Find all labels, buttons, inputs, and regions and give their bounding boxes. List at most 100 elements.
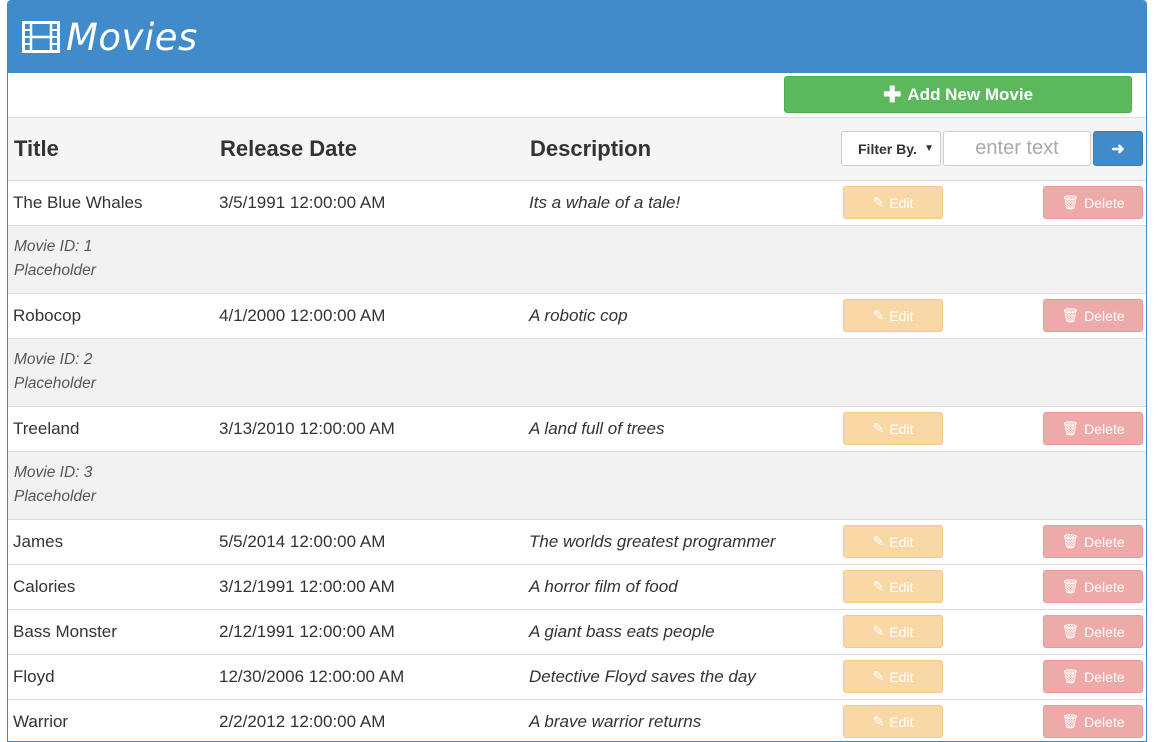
delete-cell: 🗑 Delete — [1038, 179, 1146, 225]
column-header-description: Description — [524, 118, 838, 181]
page-title: Movies — [66, 15, 198, 59]
edit-cell: ✎ Edit — [838, 698, 1038, 741]
filter-by-select[interactable]: Filter By. ▼ — [841, 131, 941, 167]
edit-button[interactable]: ✎ Edit — [843, 186, 943, 219]
trash-icon: 🗑 — [1061, 420, 1080, 436]
delete-button[interactable]: 🗑 Delete — [1043, 705, 1143, 739]
movie-title: Bass Monster — [8, 608, 214, 654]
pencil-icon: ✎ — [872, 578, 885, 594]
delete-cell: 🗑 Delete — [1038, 405, 1146, 451]
pencil-icon: ✎ — [872, 668, 885, 684]
movie-description: A land full of trees — [524, 405, 838, 451]
trash-icon: 🗑 — [1061, 668, 1080, 684]
filter-by-selected: Filter By. — [858, 140, 917, 157]
table-row: James 5/5/2014 12:00:00 AM The worlds grea… — [8, 518, 1146, 564]
edit-button[interactable]: ✎ Edit — [843, 705, 943, 739]
arrow-right-icon: ➜ — [1111, 140, 1125, 158]
edit-button[interactable]: ✎ Edit — [843, 525, 943, 558]
delete-button[interactable]: 🗑 Delete — [1043, 615, 1143, 648]
edit-label: Edit — [889, 533, 914, 550]
table-row: The Blue Whales 3/5/1991 12:00:00 AM Its a… — [8, 179, 1146, 225]
delete-cell: 🗑 Delete — [1038, 563, 1146, 609]
plus-icon: ✚ — [882, 81, 902, 107]
filter-controls: Filter By. ▼ ➜ — [841, 131, 1146, 167]
trash-icon: 🗑 — [1061, 623, 1080, 639]
movie-id: Movie ID: 3 — [14, 464, 93, 481]
delete-button[interactable]: 🗑 Delete — [1043, 299, 1143, 332]
edit-button[interactable]: ✎ Edit — [843, 412, 943, 445]
delete-label: Delete — [1084, 623, 1125, 640]
edit-label: Edit — [889, 578, 914, 595]
movie-placeholder: Placeholder — [14, 375, 96, 392]
movie-description: A robotic cop — [524, 292, 838, 338]
filter-go-button[interactable]: ➜ — [1093, 131, 1143, 167]
movie-details: Movie ID: 1 Placeholder — [8, 224, 1146, 293]
column-header-title: Title — [8, 118, 214, 181]
edit-button[interactable]: ✎ Edit — [843, 299, 943, 332]
movie-description: The worlds greatest programmer — [524, 518, 838, 564]
delete-button[interactable]: 🗑 Delete — [1043, 525, 1143, 558]
delete-label: Delete — [1084, 713, 1125, 730]
edit-label: Edit — [889, 307, 914, 324]
trash-icon: 🗑 — [1061, 533, 1080, 549]
movie-description: A horror film of food — [524, 563, 838, 609]
film-icon — [22, 21, 60, 53]
movie-title: Robocop — [8, 292, 214, 338]
movie-title: Warrior — [8, 698, 214, 741]
movie-description: A brave warrior returns — [524, 698, 838, 741]
movie-details-row: Movie ID: 2 Placeholder — [8, 337, 1146, 406]
movie-id: Movie ID: 1 — [14, 238, 93, 255]
edit-cell: ✎ Edit — [838, 608, 1038, 654]
movie-release-date: 12/30/2006 12:00:00 AM — [214, 653, 524, 699]
edit-cell: ✎ Edit — [838, 653, 1038, 699]
edit-label: Edit — [889, 623, 914, 640]
movie-description: Detective Floyd saves the day — [524, 653, 838, 699]
pencil-icon: ✎ — [872, 307, 885, 323]
movie-description: A giant bass eats people — [524, 608, 838, 654]
add-new-movie-button[interactable]: ✚ Add New Movie — [784, 76, 1132, 113]
trash-icon: 🗑 — [1061, 307, 1080, 323]
table-row: Bass Monster 2/12/1991 12:00:00 AM A giant… — [8, 608, 1146, 654]
pencil-icon: ✎ — [872, 533, 885, 549]
movie-details: Movie ID: 2 Placeholder — [8, 337, 1146, 406]
delete-button[interactable]: 🗑 Delete — [1043, 660, 1143, 693]
trash-icon: 🗑 — [1061, 194, 1080, 210]
delete-label: Delete — [1084, 668, 1125, 685]
toolbar: ✚ Add New Movie — [8, 73, 1146, 118]
delete-cell: 🗑 Delete — [1038, 518, 1146, 564]
edit-button[interactable]: ✎ Edit — [843, 615, 943, 648]
caret-down-icon: ▼ — [924, 143, 934, 155]
movie-release-date: 3/5/1991 12:00:00 AM — [214, 179, 524, 225]
movie-title: Treeland — [8, 405, 214, 451]
movie-title: The Blue Whales — [8, 179, 214, 225]
delete-cell: 🗑 Delete — [1038, 608, 1146, 654]
delete-cell: 🗑 Delete — [1038, 653, 1146, 699]
table-header-row: Title Release Date Description Filter By… — [8, 118, 1146, 181]
edit-button[interactable]: ✎ Edit — [843, 660, 943, 693]
panel-header: Movies — [8, 1, 1146, 73]
filter-text-input[interactable] — [943, 131, 1091, 167]
movie-placeholder: Placeholder — [14, 262, 96, 279]
pencil-icon: ✎ — [872, 623, 885, 639]
edit-button[interactable]: ✎ Edit — [843, 570, 943, 603]
delete-label: Delete — [1084, 533, 1125, 550]
table-row: Treeland 3/13/2010 12:00:00 AM A land full… — [8, 405, 1146, 451]
movie-details: Movie ID: 3 Placeholder — [8, 450, 1146, 519]
edit-label: Edit — [889, 194, 914, 211]
movie-id: Movie ID: 2 — [14, 351, 93, 368]
edit-cell: ✎ Edit — [838, 518, 1038, 564]
movie-placeholder: Placeholder — [14, 488, 96, 505]
movie-release-date: 3/13/2010 12:00:00 AM — [214, 405, 524, 451]
movies-table: Title Release Date Description Filter By… — [8, 118, 1146, 741]
movie-details-row: Movie ID: 1 Placeholder — [8, 224, 1146, 293]
delete-button[interactable]: 🗑 Delete — [1043, 186, 1143, 219]
delete-button[interactable]: 🗑 Delete — [1043, 570, 1143, 603]
table-row: Warrior 2/2/2012 12:00:00 AM A brave warri… — [8, 698, 1146, 741]
movie-release-date: 2/2/2012 12:00:00 AM — [214, 698, 524, 741]
delete-button[interactable]: 🗑 Delete — [1043, 412, 1143, 445]
table-row: Robocop 4/1/2000 12:00:00 AM A robotic cop… — [8, 292, 1146, 338]
table-body: The Blue Whales 3/5/1991 12:00:00 AM Its a… — [8, 179, 1146, 741]
delete-label: Delete — [1084, 420, 1125, 437]
delete-cell: 🗑 Delete — [1038, 698, 1146, 741]
edit-label: Edit — [889, 713, 914, 730]
